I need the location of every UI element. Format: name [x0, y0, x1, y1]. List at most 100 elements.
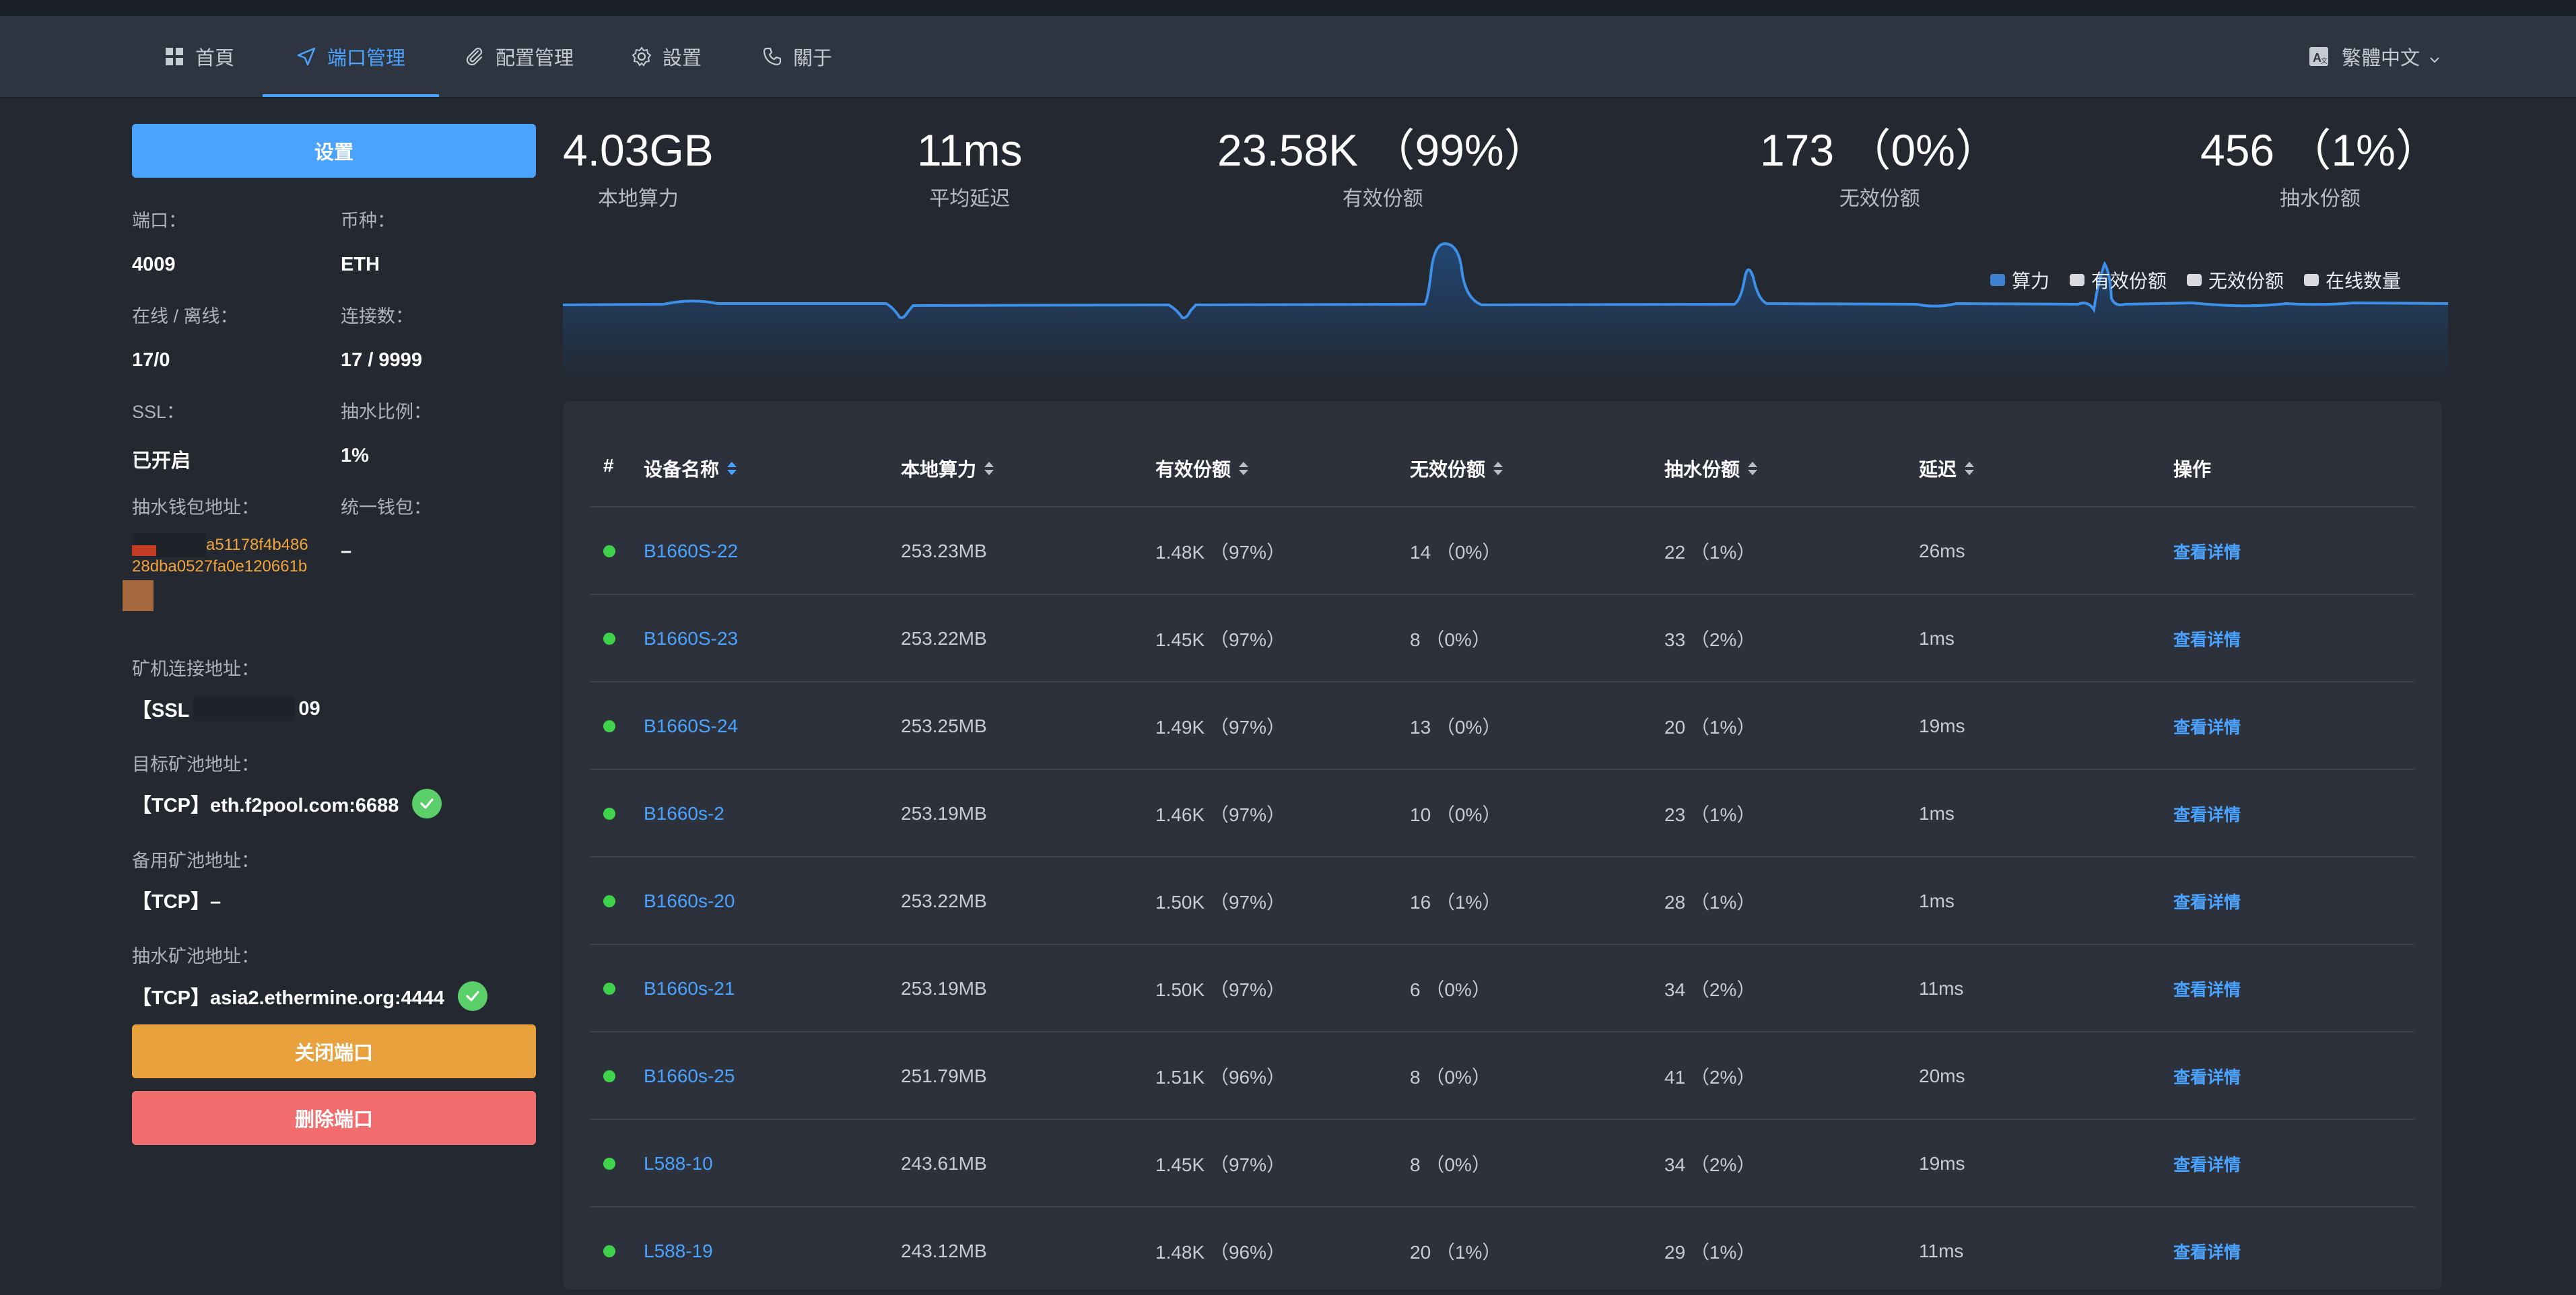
- invalid-shares-cell-wrap: 13 （0%）: [1410, 682, 1501, 770]
- view-details-link-wrap: 查看详情: [2173, 770, 2241, 858]
- legend-label: 在线数量: [2326, 271, 2402, 291]
- connections-field: 连接数： 17 / 9999: [341, 302, 422, 372]
- col-header-label: 延迟: [1919, 459, 1957, 480]
- device-name-link[interactable]: B1660S-22: [644, 540, 738, 562]
- latency-cell-wrap: 19ms: [1919, 682, 1965, 770]
- view-details-link[interactable]: 查看详情: [2173, 802, 2241, 826]
- legend-item-valid-shares[interactable]: 有效份额: [2070, 267, 2167, 293]
- stat-fee-shares-label: 抽水份额: [2279, 188, 2361, 210]
- svg-text:文: 文: [2321, 57, 2328, 65]
- chart-legend: 算力 有效份额 无效份额 在线数量: [1990, 267, 2421, 293]
- device-name-link-wrap: L588-10: [644, 1120, 713, 1208]
- nav-about[interactable]: 關于: [762, 16, 832, 97]
- nav-config-management-label: 配置管理: [496, 48, 574, 69]
- online-value: 17/0: [132, 349, 170, 371]
- wallet-address: a51178f4b486 28dba0527fa0e120661b: [123, 533, 334, 611]
- chevron-down-icon: [2428, 50, 2441, 63]
- fee-pool-value-row: 【TCP】asia2.ethermine.org:4444: [132, 981, 488, 1011]
- view-details-link[interactable]: 查看详情: [2173, 714, 2241, 738]
- view-details-link[interactable]: 查看详情: [2173, 977, 2241, 1001]
- device-name-link[interactable]: B1660S-23: [644, 628, 738, 650]
- nav-settings[interactable]: 設置: [632, 16, 702, 97]
- view-details-link-wrap: 查看详情: [2173, 508, 2241, 595]
- fee-ratio-field: 抽水比例： 1%: [341, 397, 432, 467]
- hashrate-cell-wrap: 253.25MB: [901, 682, 987, 770]
- valid-shares-cell-wrap: 1.50K （97%）: [1155, 858, 1285, 945]
- online-status-dot: [603, 895, 615, 907]
- legend-item-hashrate[interactable]: 算力: [1990, 267, 2049, 293]
- col-header-device-name[interactable]: 设备名称: [644, 455, 737, 482]
- col-header-latency[interactable]: 延迟: [1919, 455, 1975, 482]
- fee-shares-cell: 22 （1%）: [1664, 542, 1756, 563]
- status-dot-cell: [603, 945, 615, 1032]
- status-dot-cell: [603, 1208, 615, 1295]
- delete-port-button[interactable]: 删除端口: [132, 1091, 536, 1145]
- view-details-link[interactable]: 查看详情: [2173, 539, 2241, 563]
- table-row: L588-19 243.12MB 1.48K （96%） 20 （1%） 29 （1%）…: [590, 1206, 2414, 1295]
- latency-cell-wrap: 1ms: [1919, 770, 1955, 858]
- view-details-link-wrap: 查看详情: [2173, 858, 2241, 945]
- ssl-label: SSL：: [132, 402, 185, 422]
- col-header-fee-shares[interactable]: 抽水份额: [1664, 455, 1758, 482]
- hashrate-area: [563, 244, 2448, 377]
- valid-shares-cell: 1.45K （97%）: [1155, 1154, 1285, 1175]
- settings-button[interactable]: 设置: [132, 124, 536, 178]
- legend-item-online-count[interactable]: 在线数量: [2304, 267, 2401, 293]
- status-dot-cell: [603, 858, 615, 945]
- invalid-shares-cell-wrap: 20 （1%）: [1410, 1208, 1501, 1295]
- language-selector[interactable]: A文 繁體中文: [2308, 16, 2441, 97]
- online-field: 在线 / 离线： 17/0: [132, 302, 238, 372]
- table-row: B1660S-24 253.25MB 1.49K （97%） 13 （0%） 20 （1…: [590, 681, 2414, 770]
- device-name-link[interactable]: L588-19: [644, 1240, 713, 1262]
- fee-pool-field: 抽水矿池地址：: [132, 942, 259, 968]
- invalid-shares-cell-wrap: 6 （0%）: [1410, 945, 1491, 1032]
- unified-wallet-label: 统一钱包：: [341, 497, 432, 518]
- device-name-link[interactable]: B1660s-20: [644, 890, 735, 912]
- valid-shares-cell: 1.50K （97%）: [1155, 892, 1285, 913]
- latency-cell-wrap: 11ms: [1919, 1208, 1963, 1295]
- hashrate-cell: 243.61MB: [901, 1153, 987, 1174]
- view-details-link[interactable]: 查看详情: [2173, 1064, 2241, 1088]
- coin-label: 币种：: [341, 211, 395, 231]
- latency-cell: 11ms: [1919, 978, 1964, 999]
- backup-pool-label: 备用矿池地址：: [132, 851, 259, 871]
- top-strip: [0, 0, 2576, 16]
- hashrate-cell: 243.12MB: [901, 1240, 987, 1261]
- nav-port-management[interactable]: 端口管理: [262, 16, 440, 97]
- device-name-link[interactable]: L588-10: [644, 1153, 713, 1175]
- sort-icon: [1493, 462, 1503, 475]
- nav-config-management[interactable]: 配置管理: [465, 16, 574, 97]
- legend-item-invalid-shares[interactable]: 无效份额: [2187, 267, 2284, 293]
- fee-shares-cell-wrap: 41 （2%）: [1664, 1032, 1755, 1120]
- col-header-index: #: [603, 455, 614, 476]
- stat-latency-value: 11ms: [917, 125, 1023, 175]
- device-name-link[interactable]: B1660s-25: [644, 1065, 735, 1087]
- device-name-link[interactable]: B1660S-24: [644, 715, 738, 737]
- view-details-link[interactable]: 查看详情: [2173, 1239, 2241, 1263]
- online-status-dot: [603, 1245, 615, 1257]
- hashrate-cell: 253.25MB: [901, 715, 987, 736]
- invalid-shares-cell: 20 （1%）: [1410, 1242, 1501, 1263]
- view-details-link[interactable]: 查看详情: [2173, 1152, 2241, 1176]
- device-name-link[interactable]: B1660s-21: [644, 978, 735, 1000]
- valid-shares-cell-wrap: 1.49K （97%）: [1155, 682, 1285, 770]
- fee-shares-cell: 33 （2%）: [1664, 629, 1756, 650]
- legend-swatch: [2304, 274, 2319, 286]
- view-details-link[interactable]: 查看详情: [2173, 889, 2241, 913]
- col-header-label: 无效份额: [1410, 459, 1486, 480]
- device-name-link[interactable]: B1660s-2: [644, 803, 724, 825]
- close-port-button[interactable]: 关闭端口: [132, 1024, 536, 1078]
- latency-cell-wrap: 1ms: [1919, 595, 1955, 682]
- stat-latency: 11ms 平均延迟: [917, 128, 1023, 211]
- fee-shares-cell: 20 （1%）: [1664, 717, 1756, 738]
- col-header-valid-shares[interactable]: 有效份额: [1155, 455, 1249, 482]
- nav-home[interactable]: 首頁: [164, 16, 234, 97]
- view-details-link[interactable]: 查看详情: [2173, 627, 2241, 651]
- legend-swatch: [1990, 274, 2005, 286]
- col-header-invalid-shares[interactable]: 无效份额: [1410, 455, 1503, 482]
- col-header-hashrate[interactable]: 本地算力: [901, 455, 994, 482]
- backup-pool-value: 【TCP】–: [132, 891, 222, 913]
- valid-shares-cell: 1.46K （97%）: [1155, 804, 1285, 825]
- device-name-link-wrap: B1660S-23: [644, 595, 738, 682]
- port-label: 端口：: [132, 211, 187, 231]
